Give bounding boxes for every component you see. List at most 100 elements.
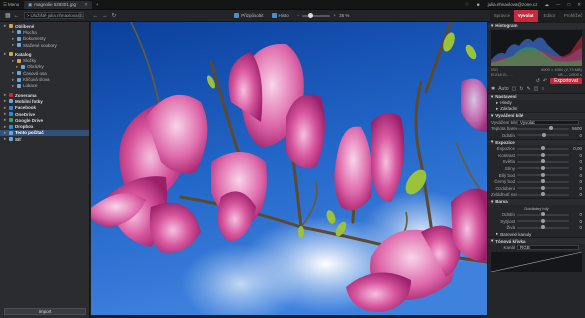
slider-thumb[interactable] [541,192,546,197]
slider-track[interactable] [517,212,569,217]
undo-icon[interactable]: ↶ [543,78,547,84]
chevron-right-icon[interactable]: ▸ [12,70,15,76]
photo-preview[interactable] [91,22,487,315]
chevron-right-icon[interactable]: ▸ [4,51,7,57]
chevron-right-icon[interactable]: ▸ [12,29,15,35]
tint-slider[interactable] [517,132,569,137]
zoom-control[interactable]: − + 35 % [297,12,349,18]
tone-curve-graph[interactable] [490,251,583,273]
temperature-thumb[interactable] [549,126,554,131]
tone-curve-header[interactable]: ▾ Tónová křivka [488,237,585,245]
brush-icon[interactable]: ✎ [526,86,530,92]
slider-track[interactable] [517,165,569,170]
chevron-right-icon[interactable]: ▸ [12,83,15,89]
tab-develop[interactable]: Vyvolat [513,10,538,22]
slider-thumb[interactable] [541,165,546,170]
radial-icon[interactable]: ○ [541,86,544,92]
chevron-right-icon[interactable]: ▸ [4,124,7,130]
export-button[interactable]: Exportovat [550,77,582,84]
slider-value[interactable]: 0 [571,159,582,164]
chevron-right-icon[interactable]: ▸ [4,98,7,104]
color-header[interactable]: ▾ Barva [488,198,585,205]
new-tab-button[interactable]: + [96,2,99,7]
crop-icon[interactable]: ▢ [512,86,517,92]
slider-track[interactable] [517,179,569,184]
chevron-right-icon[interactable]: ▸ [4,92,7,98]
zoom-out-icon[interactable]: − [297,13,300,18]
tab-image[interactable]: ▣ magnolie 529301.jpg ✕ [24,0,92,9]
chevron-right-icon[interactable]: ▸ [12,77,15,83]
channel-select[interactable]: RGB [517,245,579,251]
wb-preset-select[interactable]: Vyvolat [517,119,579,125]
chevron-right-icon[interactable]: ▸ [4,130,7,136]
slider-thumb[interactable] [541,225,546,230]
sidebar-toggle-icon[interactable]: ▦ [5,12,11,19]
tab-editor[interactable]: Editor [538,10,562,22]
chevron-right-icon[interactable]: ▸ [4,23,7,29]
chevron-right-icon[interactable]: ▸ [4,105,7,111]
import-button[interactable]: Import [4,308,86,315]
path-field[interactable]: > Úložiště julia.rihnaxlova@zonerdrive.c… [23,12,84,19]
sidebar-item[interactable]: ▸ Síť [0,136,89,142]
zoom-slider-thumb[interactable] [308,12,314,18]
slider-thumb[interactable] [541,212,546,217]
user-icon[interactable]: ☻ [476,2,481,7]
slider-track[interactable] [517,185,569,190]
close-window-icon[interactable]: ✕ [577,2,581,8]
slider-value[interactable]: 0 [571,166,582,171]
slider-value[interactable]: 0 [571,179,582,184]
chevron-right-icon[interactable]: ▸ [4,111,7,117]
close-tab-icon[interactable]: ✕ [84,2,88,8]
slider-value[interactable]: 0 [571,153,582,158]
slider-thumb[interactable] [541,179,546,184]
zoom-in-icon[interactable]: + [333,13,336,18]
nav-back-icon[interactable]: ← [93,13,99,19]
temperature-slider[interactable] [517,126,569,131]
temperature-value[interactable]: 5600 [571,126,582,131]
slider-track[interactable] [517,192,569,197]
chevron-right-icon[interactable]: ▸ [16,64,19,70]
sidebar-item[interactable]: ▸ Stažené soubory [0,42,89,48]
slider-track[interactable] [517,172,569,177]
tint-value[interactable]: 0 [571,133,582,138]
color-subtitle[interactable]: Dobládný bílý [524,206,548,211]
chevron-right-icon[interactable]: ▸ [12,42,15,48]
bell-icon[interactable]: ♡ [465,2,469,8]
slider-value[interactable]: 0 [571,219,582,224]
settings-header[interactable]: ▾ Nastavení [488,92,585,100]
tint-thumb[interactable] [541,132,546,137]
chevron-right-icon[interactable]: ▸ [12,58,15,64]
user-email[interactable]: julia.rihnaxlova@zone.cz [488,2,538,7]
slider-value[interactable]: 0 [571,192,582,197]
auto-icon[interactable]: ✱ [491,86,495,92]
back-icon[interactable]: ← [14,13,20,19]
slider-thumb[interactable] [541,172,546,177]
slider-track[interactable] [517,152,569,157]
exposure-header[interactable]: ▾ Expozice [488,138,585,146]
refresh-icon[interactable]: ↻ [112,13,117,19]
minimize-icon[interactable]: — [556,2,561,7]
gradient-icon[interactable]: ◫ [534,86,539,92]
slider-value[interactable]: 0,00 [571,146,582,151]
slider-track[interactable] [517,218,569,223]
slider-value[interactable]: 0 [571,186,582,191]
chevron-right-icon[interactable]: ▸ [4,117,7,123]
slider-track[interactable] [517,159,569,164]
slider-track[interactable] [517,146,569,151]
histogram-header[interactable]: ▾ Histogram [488,22,585,29]
rotate-icon[interactable]: ↻ [519,86,523,92]
slider-track[interactable] [517,225,569,230]
slider-thumb[interactable] [541,146,546,151]
white-balance-header[interactable]: ▾ Vyvážení bílé [488,111,585,119]
slider-thumb[interactable] [541,218,546,223]
chevron-right-icon[interactable]: ▸ [12,36,15,42]
slider-thumb[interactable] [541,152,546,157]
cloud-icon[interactable]: ☁ [545,2,550,8]
tab-viewer[interactable]: Prohlížeč [561,10,585,22]
slider-value[interactable]: 0 [571,173,582,178]
fit-checkbox[interactable]: Přizpůsobit [234,13,264,18]
reset-icon[interactable]: ↺ [536,78,540,84]
slider-thumb[interactable] [541,159,546,164]
nav-forward-icon[interactable]: → [102,13,108,19]
slider-thumb[interactable] [541,185,546,190]
